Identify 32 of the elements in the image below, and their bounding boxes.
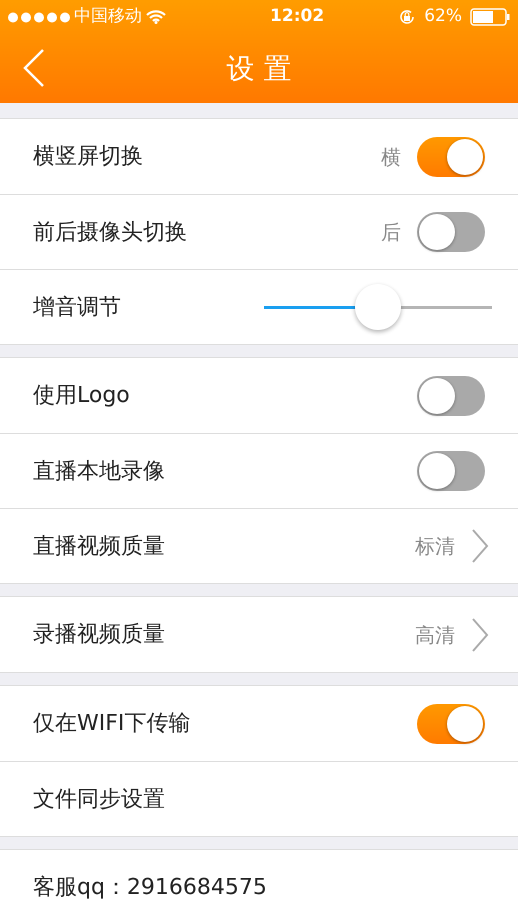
- setting-label: 使用Logo: [33, 382, 130, 410]
- chevron-icon: [471, 618, 489, 652]
- toggle-switch[interactable]: [417, 376, 485, 416]
- toggle-switch[interactable]: [417, 704, 485, 744]
- setting-value: 标清: [415, 533, 455, 560]
- chevron-icon: [471, 529, 489, 563]
- back-button[interactable]: [22, 48, 46, 88]
- back-icon: [22, 48, 46, 88]
- setting-label: 客服qq：2916684575: [33, 874, 267, 902]
- setting-label: 前后摄像头切换: [33, 218, 187, 246]
- slider-thumb[interactable]: [355, 284, 401, 330]
- setting-label: 横竖屏切换: [33, 143, 143, 171]
- setting-label: 文件同步设置: [33, 786, 165, 814]
- setting-label: 直播视频质量: [33, 532, 165, 560]
- setting-label: 增音调节: [33, 294, 121, 322]
- signal-icon: [8, 12, 70, 22]
- toggle-switch[interactable]: [417, 212, 485, 252]
- page-title: 设 置: [226, 50, 292, 86]
- setting-value: 横: [381, 144, 401, 170]
- rotation-lock-icon: [398, 8, 416, 26]
- carrier-name: 中国移动: [74, 5, 142, 28]
- setting-value: 高清: [415, 622, 455, 648]
- setting-label: 录播视频质量: [33, 621, 165, 649]
- toggle-switch[interactable]: [417, 451, 485, 491]
- setting-label: 仅在WIFI下传输: [33, 710, 190, 738]
- setting-value: 后: [381, 219, 401, 246]
- battery-icon: [470, 8, 510, 26]
- setting-label: 直播本地录像: [33, 458, 165, 486]
- battery-percent: 62%: [424, 5, 462, 28]
- wifi-icon: [146, 10, 166, 24]
- clock-time: 12:02: [270, 5, 324, 28]
- toggle-switch[interactable]: [417, 136, 485, 176]
